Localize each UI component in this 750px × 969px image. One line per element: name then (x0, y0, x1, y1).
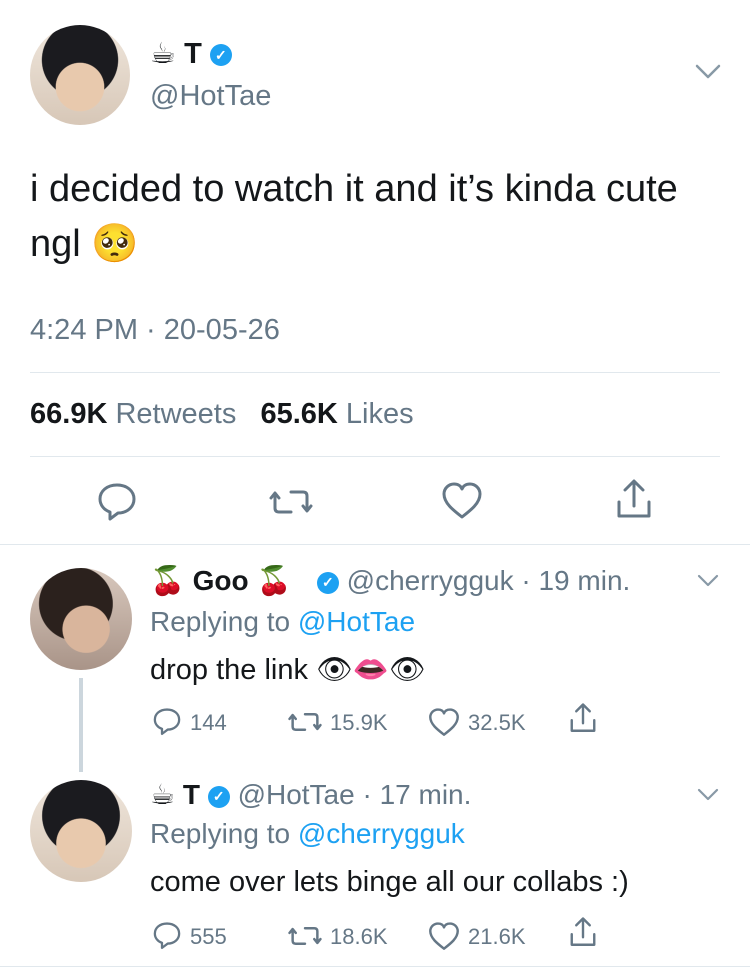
likes-label[interactable]: Likes (346, 398, 414, 430)
avatar[interactable] (30, 25, 130, 125)
divider (30, 456, 720, 457)
replying-to-link[interactable]: @cherrygguk (298, 818, 465, 849)
verified-badge-icon: ✓ (209, 44, 232, 67)
replying-to-prefix: Replying to (150, 818, 291, 849)
avatar[interactable] (30, 780, 132, 882)
cherries-emoji-icon: 🍒 (256, 564, 292, 597)
reply-header: 🍒 Goo 🍒 ✓ @cherrygguk · 19 min. (150, 564, 630, 597)
author-name[interactable]: T (183, 779, 200, 810)
reply-header: ☕ T ✓ @HotTae · 17 min. (150, 778, 471, 811)
like-heart-icon[interactable] (428, 708, 460, 737)
tweet-text-line-1: i decided to watch it and it’s kinda cut… (30, 168, 678, 210)
chevron-down-icon[interactable] (697, 788, 719, 802)
likes-count[interactable]: 65.6K (260, 398, 337, 430)
tweet-text-line-2: ngl 🥺 (30, 216, 730, 271)
like-count[interactable]: 32.5K (468, 710, 526, 736)
share-icon[interactable] (568, 702, 598, 734)
reply-text: come over lets binge all our collabs :) (150, 866, 629, 898)
reply-count[interactable]: 144 (190, 710, 227, 736)
reply-icon[interactable] (152, 706, 182, 736)
replying-to: Replying to @HotTae (150, 606, 415, 638)
tweet-timestamp[interactable]: 4:24 PM · 20-05-26 (30, 314, 280, 347)
chevron-down-icon[interactable] (695, 64, 721, 80)
engagement-counts: 66.9K Retweets 65.6K Likes (30, 398, 414, 431)
reply-icon[interactable] (96, 481, 138, 521)
reply-text: drop the link 👁👄👁 (150, 652, 426, 687)
retweet-icon[interactable] (288, 708, 322, 736)
retweets-label[interactable]: Retweets (115, 398, 236, 430)
share-icon[interactable] (614, 478, 654, 520)
retweet-icon[interactable] (288, 922, 322, 950)
share-icon[interactable] (568, 916, 598, 948)
avatar[interactable] (30, 568, 132, 670)
reply-count[interactable]: 555 (190, 924, 227, 950)
reply-action-bar: 144 15.9K 32.5K (150, 702, 610, 740)
author-name[interactable]: T (184, 38, 202, 70)
divider (0, 544, 750, 545)
replying-to: Replying to @cherrygguk (150, 818, 465, 850)
reply-text-body: drop the link (150, 654, 308, 686)
coffee-emoji-icon: ☕ (150, 36, 176, 70)
pleading-face-emoji-icon: 🥺 (91, 221, 139, 265)
retweet-count[interactable]: 15.9K (330, 710, 388, 736)
retweet-icon[interactable] (269, 484, 313, 520)
retweet-count[interactable]: 18.6K (330, 924, 388, 950)
divider (30, 372, 720, 373)
eye-lips-eye-emoji-icon: 👁👄👁 (316, 652, 426, 686)
author-handle[interactable]: @HotTae (238, 779, 355, 810)
divider (0, 966, 750, 967)
replying-to-link[interactable]: @HotTae (298, 606, 415, 637)
like-heart-icon[interactable] (441, 482, 483, 520)
reply-time[interactable]: · 17 min. (362, 779, 471, 810)
author-name[interactable]: Goo (193, 565, 249, 596)
retweets-count[interactable]: 66.9K (30, 398, 107, 430)
author-name-row: ☕ T ✓ (150, 36, 232, 71)
author-handle[interactable]: @HotTae (150, 80, 271, 113)
tweet-text-word: ngl (30, 223, 81, 265)
author-handle[interactable]: @cherrygguk (347, 565, 514, 596)
tweet-text: i decided to watch it and it’s kinda cut… (30, 162, 730, 271)
reply-action-bar: 555 18.6K 21.6K (150, 916, 610, 954)
chevron-down-icon[interactable] (697, 574, 719, 588)
reply-icon[interactable] (152, 920, 182, 950)
verified-badge-icon: ✓ (207, 785, 230, 808)
like-count[interactable]: 21.6K (468, 924, 526, 950)
reply-time[interactable]: · 19 min. (521, 565, 630, 596)
coffee-emoji-icon: ☕ (150, 778, 176, 811)
thread-line (79, 678, 83, 772)
verified-badge-icon: ✓ (316, 571, 339, 594)
like-heart-icon[interactable] (428, 922, 460, 951)
cherries-emoji-icon: 🍒 (150, 564, 185, 597)
replying-to-prefix: Replying to (150, 606, 291, 637)
